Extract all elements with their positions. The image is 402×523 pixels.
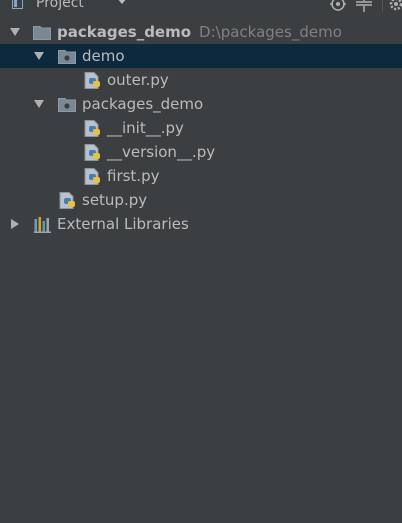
root-folder-label: packages_demo D:\packages_demo xyxy=(57,23,342,41)
tree-node-demo[interactable]: demo xyxy=(0,44,402,68)
collapse-arrow-icon[interactable] xyxy=(11,219,19,229)
file-label: first.py xyxy=(107,167,160,185)
folder-label: packages_demo xyxy=(82,95,204,113)
file-label: outer.py xyxy=(107,71,169,89)
python-file-icon xyxy=(59,192,75,209)
settings-icon[interactable] xyxy=(388,0,402,12)
python-file-icon xyxy=(84,120,100,137)
tree-node-init-py[interactable]: __init__.py xyxy=(0,116,402,140)
project-tree: packages_demo D:\packages_demo demo outer… xyxy=(0,20,402,236)
locate-icon[interactable] xyxy=(330,0,346,12)
project-view-label[interactable]: Project xyxy=(36,0,84,11)
package-folder-icon xyxy=(58,98,76,112)
file-label: __version__.py xyxy=(107,143,216,161)
folder-icon xyxy=(33,26,51,40)
project-toolbar: Project xyxy=(0,0,402,14)
project-icon xyxy=(12,0,23,9)
tree-node-version-py[interactable]: __version__.py xyxy=(0,140,402,164)
tree-node-first-py[interactable]: first.py xyxy=(0,164,402,188)
expand-arrow-icon[interactable] xyxy=(34,52,44,60)
expand-arrow-icon[interactable] xyxy=(10,28,20,36)
file-label: setup.py xyxy=(82,191,148,209)
collapse-icon[interactable] xyxy=(356,0,372,12)
package-folder-icon xyxy=(58,50,76,64)
libraries-label: External Libraries xyxy=(57,215,189,233)
tree-node-root[interactable]: packages_demo D:\packages_demo xyxy=(0,20,402,44)
python-file-icon xyxy=(84,144,100,161)
toolbar-separator xyxy=(382,0,383,12)
library-icon xyxy=(34,217,51,233)
tree-node-outer-py[interactable]: outer.py xyxy=(0,68,402,92)
tree-node-setup-py[interactable]: setup.py xyxy=(0,188,402,212)
expand-arrow-icon[interactable] xyxy=(34,100,44,108)
tree-node-external-libraries[interactable]: External Libraries xyxy=(0,212,402,236)
tree-node-packages-demo[interactable]: packages_demo xyxy=(0,92,402,116)
folder-label: demo xyxy=(82,47,125,65)
python-file-icon xyxy=(84,72,100,89)
root-folder-path: D:\packages_demo xyxy=(199,23,342,41)
python-file-icon xyxy=(84,168,100,185)
dropdown-caret-icon[interactable] xyxy=(117,0,127,4)
file-label: __init__.py xyxy=(107,119,184,137)
